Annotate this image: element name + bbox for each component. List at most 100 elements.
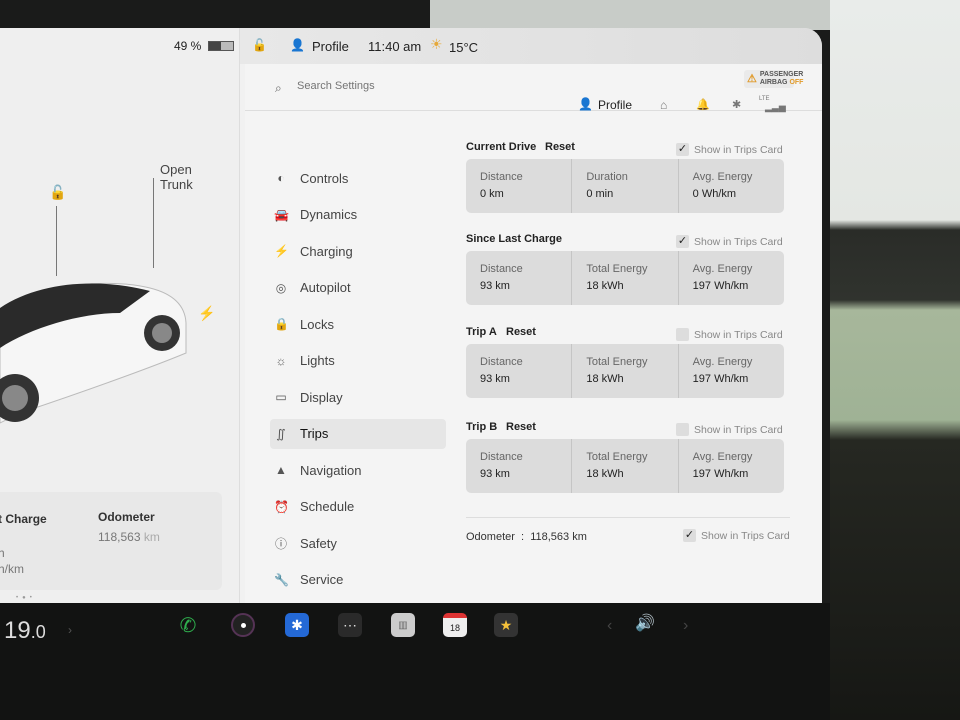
show-in-trips-checkbox[interactable]: Show in Trips Card [676,328,783,341]
more-apps-icon[interactable]: ⋯ [338,613,362,637]
stat-cell: Duration 0 min [572,159,679,213]
stat-cell: Distance 93 km [466,439,573,493]
sidebar-item-label: Dynamics [300,207,358,222]
sidebar-item-autopilot[interactable]: ◎ Autopilot [270,273,446,303]
sidebar-item-label: Display [300,389,343,405]
sidebar-item-trips[interactable]: ∬ Trips [270,418,446,449]
background-wall [430,0,850,30]
info-icon: ⓘ [274,536,287,551]
bolt-icon: ⚡ [274,244,289,258]
sidebar-item-label: Lights [300,353,335,368]
temp-value: 19 [4,617,31,644]
divider [466,517,790,518]
stat-cell: Distance 0 km [466,159,573,213]
sidebar-item-safety[interactable]: ⓘ Safety [270,528,446,558]
stat-value: 197 Wh/km [692,468,749,480]
reset-button[interactable]: Reset [545,141,575,153]
reset-button[interactable]: Reset [506,421,536,433]
sidebar-item-charging[interactable]: ⚡ Charging [270,236,446,266]
sidebar-item-label: Navigation [300,462,362,478]
trips-icon: ∬ [276,426,286,441]
page-dots[interactable]: •●• [16,595,36,601]
checkbox-label: Show in Trips Card [694,328,783,341]
reset-button[interactable]: Reset [506,326,536,338]
stat-value: 93 km [480,468,510,480]
stat-cell: Total Energy 18 kWh [572,251,679,305]
lock-status-icon[interactable]: 🔓 [252,38,267,52]
stat-label: Total Energy [586,263,648,275]
sidebar-item-lights[interactable]: ☼ Lights [270,346,446,376]
car-panel: 49 % 🔓 Open Trunk ⚡ Since Last Charge m … [0,28,240,603]
stat-value: 0 Wh/km [692,188,737,200]
section-title: Current Drive [466,141,537,153]
chevron-right-icon[interactable]: › [68,623,72,637]
odometer-value: 118,563 [98,530,141,544]
calendar-icon[interactable]: 18 [443,613,467,637]
stat-label: Avg. Energy [692,451,753,463]
display-icon: ▭ [275,390,287,404]
stat-value: 93 km [480,373,510,385]
sidebar-item-controls[interactable]: ◐ Controls [270,163,446,193]
bell-icon[interactable]: 🔔 [696,98,710,111]
toggle-icon: ◐ [277,171,285,185]
volume-icon[interactable]: 🔊 [635,613,655,633]
show-in-trips-checkbox[interactable]: ✓ Show in Trips Card [676,235,783,248]
temperature: 15°C [449,40,479,55]
sidebar-item-display[interactable]: ▭ Display [270,382,446,412]
stat-label: Distance [480,451,523,463]
background-wall [830,0,960,720]
bottom-dock: 19.0 › ✆ ✱ ⋯ ▥ 18 ★ ‹ 🔊 › [0,603,830,720]
profile-icon: 👤 [578,97,593,111]
lock-icon: 🔒 [274,317,289,331]
profile-button[interactable]: Profile [312,39,349,54]
stat-cell: Avg. Energy 197 Wh/km [679,344,784,398]
stat-label: Total Energy [586,451,648,463]
homelink-icon[interactable]: ⌂ [660,98,667,112]
cabin-temperature[interactable]: 19.0 [4,617,46,645]
sidebar-item-label: Locks [300,316,334,332]
stat-label: Total Energy [586,356,648,368]
profile-button[interactable]: Profile [598,98,632,112]
odometer-readout: Odometer : 118,563 km [466,531,587,543]
sidebar-item-navigation[interactable]: ▲ Navigation [270,455,446,485]
stat-value: 93 km [480,280,510,292]
odometer-show-checkbox[interactable]: ✓ Show in Trips Card [683,529,790,542]
trip-section: Trip A Reset Show in Trips Card Distance 93 … [466,326,796,416]
trip-stats-card: Distance 93 km Total Energy 18 kWh Avg. Ener… [466,344,784,398]
car-image: ⚡ [0,282,215,424]
stat-cell: Distance 93 km [466,251,573,305]
camera-icon[interactable] [231,613,255,637]
stat-value: 18 kWh [586,468,624,480]
show-in-trips-checkbox[interactable]: ✓ Show in Trips Card [676,143,783,156]
stat-cell: Total Energy 18 kWh [572,344,679,398]
chevron-right-icon[interactable]: › [683,617,688,635]
sidebar-item-locks[interactable]: 🔒 Locks [270,309,446,339]
search-input[interactable] [297,80,497,92]
phone-icon[interactable]: ✆ [176,613,200,637]
trip-section: Current Drive Reset ✓ Show in Trips Card Dis… [466,141,796,231]
steering-wheel-icon: ◎ [275,280,287,295]
sidebar-item-service[interactable]: 🔧 Service [270,565,446,595]
odometer-unit: km [143,530,160,544]
since-charge-value: Vh [0,546,5,560]
stat-value: 197 Wh/km [692,280,749,292]
trips-card[interactable]: Since Last Charge m Vh Vh/km Odometer 11… [0,492,222,590]
checkmark-icon: ✓ [683,529,696,542]
alarm-icon: ⏰ [274,499,289,514]
sidebar-item-schedule[interactable]: ⏰ Schedule [270,492,446,522]
unlock-icon[interactable]: 🔓 [49,184,66,201]
stat-cell: Total Energy 18 kWh [572,439,679,493]
toybox-icon[interactable]: ★ [494,613,518,637]
sidebar-item-dynamics[interactable]: 🚘 Dynamics [270,200,446,230]
bluetooth-icon[interactable]: ✱ [732,98,741,111]
chevron-left-icon[interactable]: ‹ [607,617,612,635]
open-trunk-button[interactable]: Open Trunk [160,162,200,192]
bluetooth-app-icon[interactable]: ✱ [285,613,309,637]
car-icon: 🚘 [274,207,289,222]
checkbox-label: Show in Trips Card [694,143,783,156]
since-charge-title: Since Last Charge [0,512,47,526]
show-in-trips-checkbox[interactable]: Show in Trips Card [676,423,783,436]
odometer-label: Odometer [98,510,155,524]
stat-value: 18 kWh [586,280,624,292]
energy-app-icon[interactable]: ▥ [391,613,415,637]
